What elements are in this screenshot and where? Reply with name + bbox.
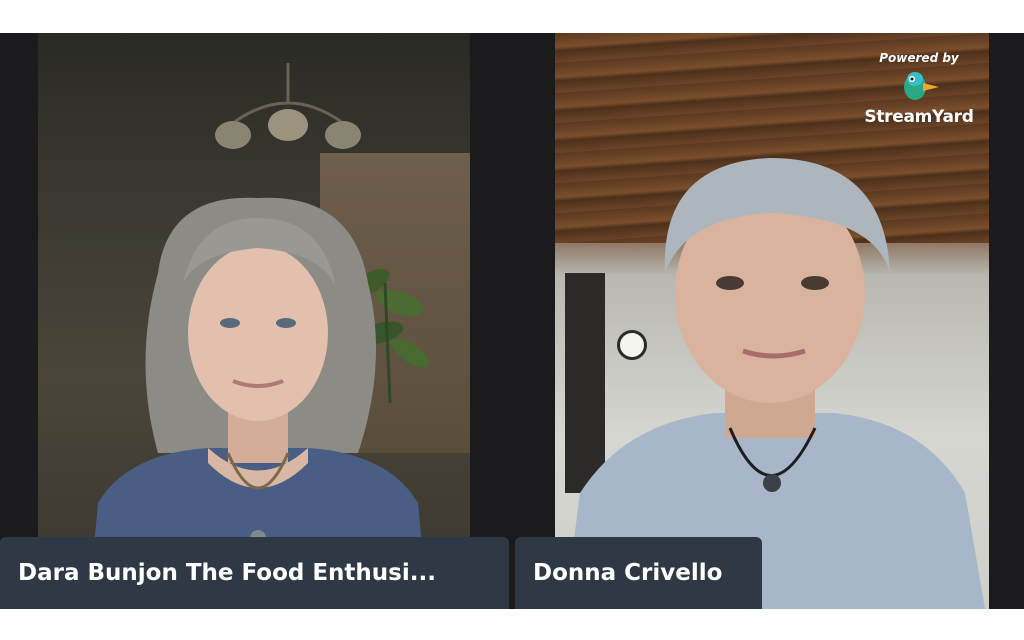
- video-stage: Powered by StreamYard Dara Bunjon The Fo…: [0, 33, 1024, 609]
- streamyard-branding: Powered by StreamYard: [859, 51, 979, 127]
- participant-video-tile-1: [38, 33, 470, 609]
- duck-logo-icon: [904, 72, 939, 100]
- participant-name-label-1: Dara Bunjon The Food Enthusi...: [0, 537, 509, 609]
- powered-by-label: Powered by: [879, 51, 959, 65]
- participant-name-label-2: Donna Crivello: [515, 537, 762, 609]
- streamyard-brand-name: StreamYard: [864, 107, 974, 127]
- chandelier-image: [215, 63, 361, 149]
- participant-video-tile-2: Powered by StreamYard: [555, 33, 989, 609]
